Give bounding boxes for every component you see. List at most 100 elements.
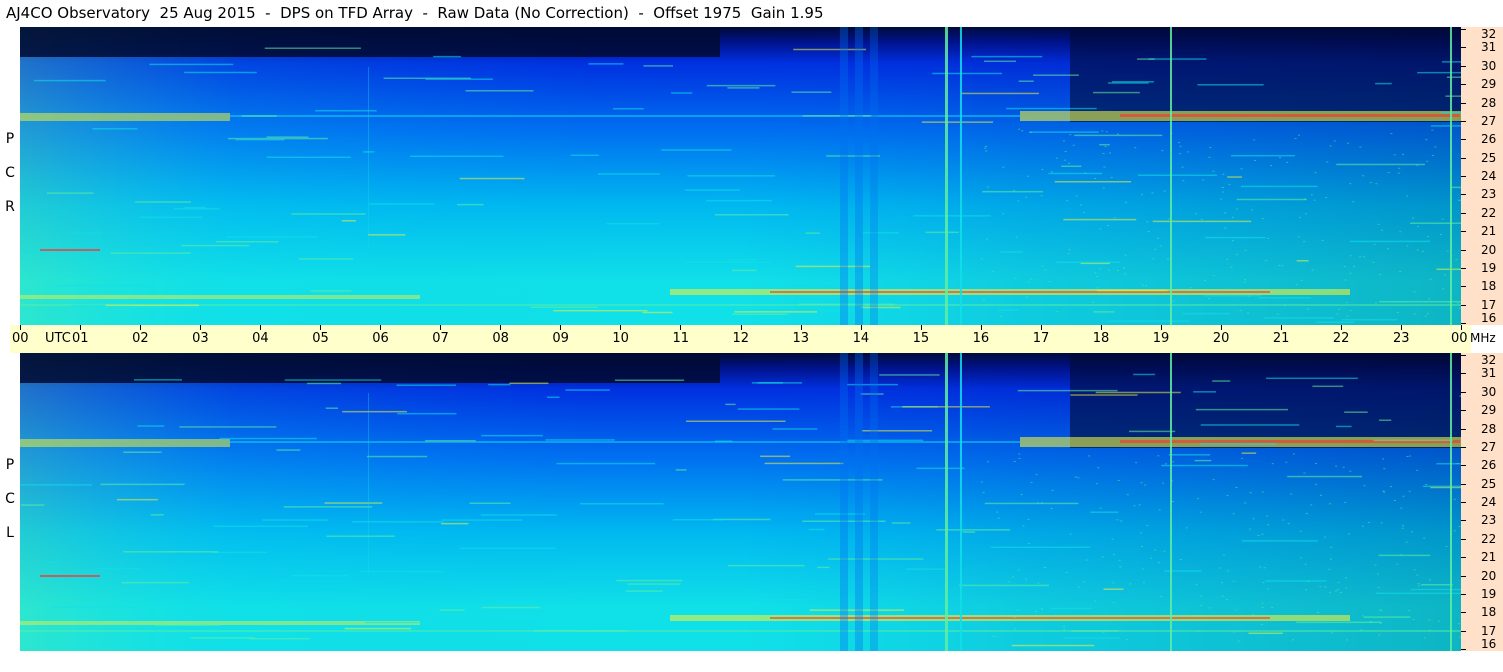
signal-speckle	[1378, 634, 1381, 636]
signal-speckle	[1396, 563, 1399, 565]
frequency-tick-label: 23	[1481, 513, 1497, 528]
signal-speckle	[1067, 252, 1070, 254]
time-tick-label: 01	[72, 331, 89, 346]
signal-speckle	[1105, 131, 1108, 133]
signal-carrier	[1266, 377, 1358, 380]
interference-line	[368, 67, 369, 247]
time-tick-label: 23	[1392, 331, 1410, 346]
signal-carrier	[1257, 296, 1311, 299]
signal-speckle	[1082, 581, 1085, 583]
signal-speckle	[987, 461, 990, 463]
signal-speckle	[1221, 186, 1224, 188]
signal-speckle	[1359, 146, 1362, 148]
signal-carrier	[1071, 630, 1119, 632]
signal-speckle	[1053, 619, 1056, 621]
signal-carrier	[488, 383, 511, 386]
signal-carrier	[1363, 616, 1411, 618]
signal-speckle	[1027, 518, 1030, 520]
signal-carrier	[921, 121, 994, 123]
signal-carrier	[516, 280, 606, 283]
signal-speckle	[1310, 504, 1313, 506]
time-tickmark	[80, 325, 82, 330]
signal-carrier	[642, 311, 673, 314]
signal-speckle	[1222, 288, 1225, 290]
frequency-tick-label: 32	[1481, 353, 1497, 367]
signal-carrier	[213, 525, 308, 528]
signal-speckle	[1104, 146, 1107, 148]
signal-speckle	[1442, 288, 1445, 290]
signal-carrier	[1064, 637, 1121, 639]
signal-speckle	[1336, 589, 1339, 591]
signal-speckle	[1458, 623, 1461, 625]
signal-speckle	[1369, 621, 1372, 623]
signal-speckle	[1095, 483, 1098, 485]
polarization-letter: P	[5, 457, 15, 473]
frequency-tickmark	[1461, 483, 1466, 485]
signal-speckle	[1112, 582, 1115, 584]
frequency-tick-label: 22	[1481, 205, 1497, 220]
signal-carrier	[1241, 452, 1257, 454]
interference-column	[870, 27, 878, 325]
signal-carrier	[53, 284, 149, 287]
signal-speckle	[1182, 180, 1185, 182]
signal-carrier	[1241, 540, 1319, 542]
signal-speckle	[1282, 519, 1285, 521]
signal-speckle	[1209, 147, 1212, 149]
signal-speckle	[1098, 268, 1101, 270]
signal-carrier	[154, 624, 220, 626]
time-tick-label: 09	[552, 331, 569, 346]
signal-carrier	[1163, 570, 1202, 572]
signal-carrier	[1095, 391, 1181, 394]
signal-speckle	[1102, 152, 1105, 154]
signal-speckle	[1013, 190, 1016, 192]
signal-speckle	[1074, 476, 1077, 478]
signal-carrier	[1265, 580, 1327, 582]
frequency-tickmark	[1461, 231, 1466, 233]
signal-speckle	[1124, 254, 1127, 256]
frequency-tick-label: 16	[1481, 637, 1497, 651]
frequency-tick-label: 30	[1481, 58, 1497, 73]
signal-speckle	[1265, 260, 1268, 262]
signal-speckle	[980, 481, 983, 483]
signal-speckle	[1157, 562, 1160, 564]
signal-speckle	[1305, 513, 1308, 515]
signal-speckle	[1456, 302, 1459, 304]
signal-speckle	[1146, 221, 1149, 223]
signal-carrier	[105, 304, 199, 307]
signal-speckle	[1426, 236, 1429, 238]
frequency-tickmark	[1461, 304, 1466, 306]
signal-speckle	[1379, 274, 1382, 276]
lcp-polarization-label: P C L	[2, 448, 18, 550]
signal-speckle	[991, 635, 994, 637]
signal-speckle	[1290, 493, 1293, 495]
signal-carrier	[1017, 389, 1118, 392]
signal-speckle	[1075, 195, 1078, 197]
signal-carrier	[1200, 424, 1300, 426]
signal-speckle	[1329, 591, 1332, 593]
signal-speckle	[1367, 522, 1370, 524]
signal-carrier	[344, 627, 412, 630]
signal-speckle	[1375, 183, 1378, 185]
signal-speckle	[1361, 525, 1364, 527]
time-unit-label: UTC	[45, 331, 71, 346]
signal-speckle	[1387, 248, 1390, 250]
frequency-tick-label: 29	[1481, 403, 1497, 418]
signal-speckle	[1034, 610, 1037, 612]
signal-band	[40, 249, 100, 251]
signal-carrier	[266, 156, 351, 159]
signal-speckle	[1303, 472, 1306, 474]
signal-carrier	[241, 115, 277, 117]
signal-speckle	[1313, 199, 1316, 201]
signal-speckle	[1374, 302, 1377, 304]
signal-speckle	[1390, 486, 1393, 488]
signal-carrier	[725, 403, 736, 406]
time-tick-label: 08	[492, 331, 509, 346]
signal-speckle	[1198, 631, 1201, 633]
signal-carrier	[533, 630, 628, 632]
time-tickmark	[440, 325, 442, 330]
signal-speckle	[1092, 301, 1095, 303]
frequency-tick-label: 19	[1481, 586, 1497, 601]
signal-speckle	[994, 636, 997, 638]
signal-speckle	[1347, 619, 1350, 621]
signal-speckle	[1159, 245, 1162, 247]
